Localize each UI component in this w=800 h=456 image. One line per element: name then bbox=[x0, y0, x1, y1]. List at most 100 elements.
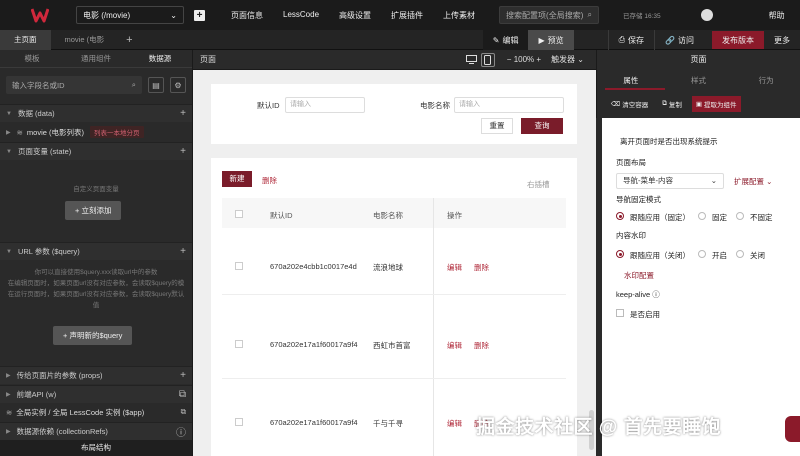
menu-upload[interactable]: 上传素材 bbox=[433, 10, 485, 21]
wm-on-radio[interactable] bbox=[698, 250, 706, 258]
page-select[interactable]: 电影 (/movie) ⌄ bbox=[76, 6, 184, 24]
wm-off-radio[interactable] bbox=[736, 250, 744, 258]
copy-button[interactable]: ⧉ 复制 bbox=[658, 96, 686, 112]
plus-icon[interactable]: + bbox=[180, 108, 186, 119]
more-button[interactable]: 更多 bbox=[764, 30, 800, 50]
section-api[interactable]: ▶ 前端API (w) ⧉ bbox=[0, 385, 192, 403]
desktop-icon[interactable] bbox=[465, 53, 479, 67]
menu-lesscode[interactable]: LessCode bbox=[273, 10, 329, 21]
search-form-card: 默认ID 请输入 电影名称 请输入 重置 查询 bbox=[211, 84, 577, 144]
batch-delete-link[interactable]: 删除 bbox=[262, 175, 277, 186]
tab-datasource[interactable]: 数据源 bbox=[128, 53, 192, 64]
save-button[interactable]: ⎙ 保存 bbox=[607, 30, 654, 50]
preview-label: 预览 bbox=[547, 35, 564, 45]
edit-button[interactable]: ✎ 编辑 bbox=[482, 30, 529, 50]
section-query[interactable]: ▼ URL 参数 ($query) + bbox=[0, 242, 192, 260]
cell-id: 670a202e4cbb1c0017e4d bbox=[270, 262, 357, 271]
edit-label: 编辑 bbox=[502, 35, 519, 45]
tab-components[interactable]: 通用组件 bbox=[64, 53, 128, 64]
section-state-title: 页面变量 (state) bbox=[17, 147, 72, 156]
field-search-input[interactable]: 输入字段名或ID ⌕ bbox=[6, 76, 142, 94]
document-icon[interactable]: ▤ bbox=[148, 77, 164, 93]
extract-component-button[interactable]: ▣ 提取为组件 bbox=[691, 96, 741, 112]
page-select-value: 电影 (/movie) bbox=[83, 10, 131, 20]
database-icon: ≋ bbox=[16, 127, 23, 137]
tab-props[interactable]: 属性 bbox=[597, 75, 665, 86]
tab-main[interactable]: 主页面 bbox=[0, 29, 51, 50]
publish-button[interactable]: 发布版本 bbox=[712, 31, 764, 49]
clear-container-button[interactable]: ⌫ 清空容器 bbox=[607, 96, 652, 112]
copy-icon[interactable]: ⧉ bbox=[181, 407, 186, 417]
tab-behavior[interactable]: 行为 bbox=[732, 75, 800, 86]
menu-advanced[interactable]: 高级设置 bbox=[329, 10, 381, 21]
field-search-placeholder: 输入字段名或ID bbox=[12, 80, 65, 90]
add-tab-button[interactable]: + bbox=[118, 34, 140, 46]
row-checkbox[interactable] bbox=[235, 418, 243, 426]
preview-button[interactable]: ▶ 预览 bbox=[528, 30, 574, 50]
component-tools: ⌫ 清空容器 ⧉ 复制 ▣ 提取为组件 bbox=[596, 90, 800, 118]
site-watermark: 掘金技术社区 @ 首先要睡饱 bbox=[476, 417, 722, 438]
new-button[interactable]: 新建 bbox=[222, 171, 252, 187]
layout-structure-footer[interactable]: 布局结构 bbox=[0, 440, 192, 456]
copy-icon[interactable]: ⧉ bbox=[179, 389, 186, 400]
caret-right-icon: ▶ bbox=[6, 129, 11, 136]
plus-icon[interactable]: + bbox=[180, 246, 186, 257]
row-edit-link[interactable]: 编辑 bbox=[447, 262, 462, 273]
gear-icon[interactable]: ⚙ bbox=[170, 77, 186, 93]
tab-templates[interactable]: 模板 bbox=[0, 53, 64, 64]
wm-off-label: 关闭 bbox=[750, 251, 765, 260]
plus-icon[interactable]: + bbox=[180, 370, 186, 381]
section-collections[interactable]: ▶ 数据源依赖 (collectionRefs) ⓘ bbox=[0, 422, 192, 440]
floating-helper-icon[interactable] bbox=[785, 416, 800, 442]
nav-fixed-radio[interactable] bbox=[698, 212, 706, 220]
add-page-button[interactable]: + bbox=[194, 9, 205, 21]
right-tabs: 属性 样式 行为 bbox=[596, 70, 800, 90]
row-edit-link[interactable]: 编辑 bbox=[447, 340, 462, 351]
row-edit-link[interactable]: 编辑 bbox=[447, 418, 462, 429]
data-item-movie[interactable]: ▶ ≋ movie (电影列表) 列表一本地分页 bbox=[0, 123, 192, 141]
declare-query-button[interactable]: + 声明新的$query bbox=[53, 326, 133, 345]
canvas-toolbar: 页面 − 100% + 触发器 ⌄ bbox=[193, 50, 596, 70]
row-checkbox[interactable] bbox=[235, 262, 243, 270]
trigger-dropdown[interactable]: 触发器 ⌄ bbox=[551, 54, 584, 65]
avatar[interactable] bbox=[700, 9, 713, 21]
form-input-id[interactable]: 请输入 bbox=[285, 97, 365, 113]
form-input-name[interactable]: 请输入 bbox=[454, 97, 564, 113]
add-state-button[interactable]: + 立刻添加 bbox=[65, 201, 122, 220]
section-data[interactable]: ▼ 数据 (data) + bbox=[0, 104, 192, 122]
row-delete-link[interactable]: 删除 bbox=[474, 340, 489, 351]
visit-button[interactable]: 🔗 访问 bbox=[654, 30, 704, 50]
select-all-checkbox[interactable] bbox=[235, 210, 243, 218]
keepalive-checkbox[interactable] bbox=[616, 309, 624, 317]
plus-icon[interactable]: + bbox=[180, 146, 186, 157]
query-button[interactable]: 查询 bbox=[521, 118, 563, 134]
help-link[interactable]: 帮助 bbox=[769, 10, 785, 21]
global-search-input[interactable]: 搜索配置项(全局搜索) ⌕ bbox=[499, 6, 600, 24]
row-checkbox[interactable] bbox=[235, 340, 243, 348]
info-icon[interactable]: ⓘ bbox=[176, 424, 186, 439]
data-item-tag: 列表一本地分页 bbox=[90, 126, 144, 138]
layout-ext-link[interactable]: 扩展配置 ⌄ bbox=[734, 176, 772, 187]
layout-select[interactable]: 导航-菜单-内容 ⌄ bbox=[616, 173, 724, 189]
zoom-control[interactable]: − 100% + bbox=[507, 55, 541, 64]
help-icon[interactable]: ⓘ bbox=[652, 290, 660, 299]
right-panel: 页面 属性 样式 行为 ⌫ 清空容器 ⧉ 复制 ▣ 提取为组件 离开页面时是否出现系统… bbox=[596, 50, 800, 456]
wm-follow-radio[interactable] bbox=[616, 250, 624, 258]
mobile-icon[interactable] bbox=[480, 52, 495, 67]
tab-styles[interactable]: 样式 bbox=[665, 75, 733, 86]
data-item-label: movie (电影列表) bbox=[26, 127, 85, 137]
watermark-config-link[interactable]: 水印配置 bbox=[624, 270, 654, 281]
menu-plugins[interactable]: 扩展插件 bbox=[381, 10, 433, 21]
app-logo[interactable] bbox=[29, 4, 51, 26]
tab-movie[interactable]: movie (电影 bbox=[51, 30, 119, 50]
nav-follow-radio[interactable] bbox=[616, 212, 624, 220]
nav-unfixed-radio[interactable] bbox=[736, 212, 744, 220]
trigger-label: 触发器 bbox=[551, 55, 576, 64]
section-props[interactable]: ▶ 传给页面片的参数 (props) + bbox=[0, 366, 192, 384]
section-state[interactable]: ▼ 页面变量 (state) + bbox=[0, 142, 192, 160]
menu-page-info[interactable]: 页面信息 bbox=[221, 10, 273, 21]
row-delete-link[interactable]: 删除 bbox=[474, 262, 489, 273]
layout-label: 页面布局 bbox=[616, 158, 646, 167]
global-instance-row[interactable]: ≋ 全局实例 / 全局 LessCode 实例 ($app) ⧉ bbox=[0, 403, 192, 421]
reset-button[interactable]: 重置 bbox=[481, 118, 513, 134]
